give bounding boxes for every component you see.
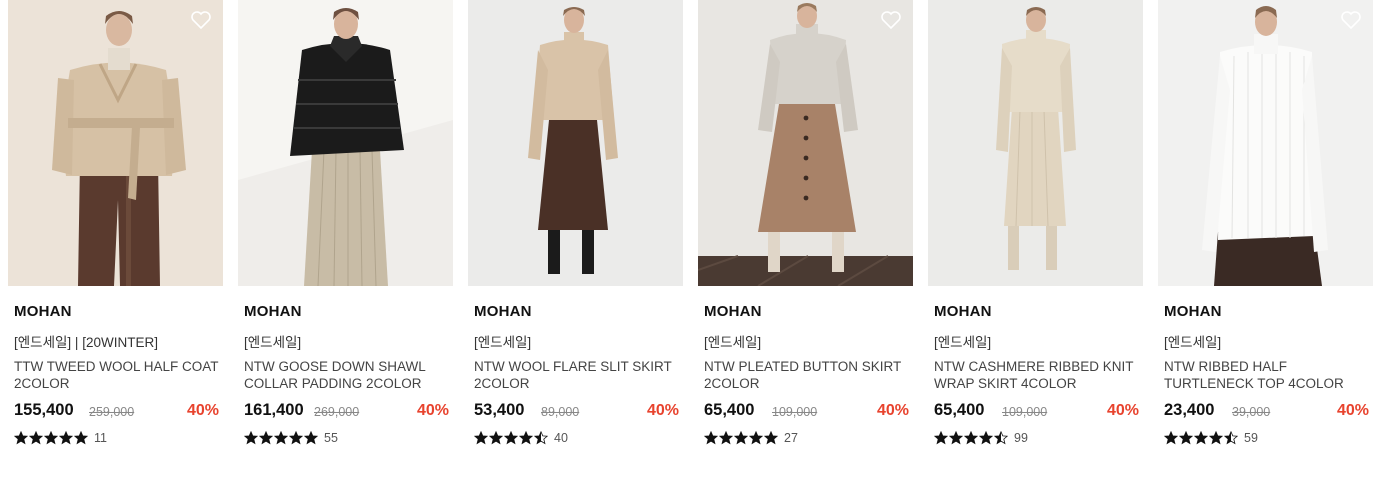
original-price: 259,000 — [89, 405, 135, 419]
product-image[interactable] — [698, 0, 913, 286]
rating-stars: 11 — [14, 431, 107, 445]
product-card[interactable]: MOHAN [엔드세일] | [20WINTER] TTW TWEED WOOL… — [8, 0, 223, 460]
product-tag: [엔드세일] — [704, 335, 762, 350]
discount-rate: 40% — [1336, 402, 1369, 419]
product-title[interactable]: NTW PLEATED BUTTON SKIRT 2COLOR — [704, 358, 909, 392]
review-count: 99 — [1014, 431, 1028, 445]
star-icon — [994, 431, 1008, 445]
heart-outline-icon[interactable] — [189, 8, 213, 32]
star-icon — [289, 431, 303, 445]
star-icon — [949, 431, 963, 445]
star-icon — [749, 431, 763, 445]
star-icon — [764, 431, 778, 445]
sale-price: 161,400 — [244, 401, 304, 419]
product-brand[interactable]: MOHAN — [934, 303, 992, 320]
discount-rate: 40% — [1106, 402, 1139, 419]
review-count: 59 — [1244, 431, 1258, 445]
star-icon — [74, 431, 88, 445]
original-price: 269,000 — [314, 405, 360, 419]
product-title[interactable]: NTW RIBBED HALF TURTLENECK TOP 4COLOR — [1164, 358, 1369, 392]
product-card[interactable]: MOHAN [엔드세일] NTW CASHMERE RIBBED KNIT WR… — [928, 0, 1143, 460]
rating-stars: 27 — [704, 431, 798, 445]
product-title[interactable]: TTW TWEED WOOL HALF COAT 2COLOR — [14, 358, 219, 392]
discount-rate: 40% — [646, 402, 679, 419]
star-icon — [519, 431, 533, 445]
star-icon — [704, 431, 718, 445]
sale-price: 23,400 — [1164, 401, 1215, 419]
product-tag: [엔드세일] — [934, 335, 992, 350]
original-price: 109,000 — [772, 405, 818, 419]
star-icon — [244, 431, 258, 445]
product-brand[interactable]: MOHAN — [1164, 303, 1222, 320]
product-tag: [엔드세일] — [244, 335, 302, 350]
star-icon — [304, 431, 318, 445]
product-card[interactable]: MOHAN [엔드세일] NTW WOOL FLARE SLIT SKIRT 2… — [468, 0, 683, 460]
star-icon — [734, 431, 748, 445]
sale-price: 65,400 — [704, 401, 755, 419]
star-icon — [934, 431, 948, 445]
product-brand[interactable]: MOHAN — [244, 303, 302, 320]
original-price: 109,000 — [1002, 405, 1048, 419]
star-icon — [1209, 431, 1223, 445]
sale-price: 155,400 — [14, 401, 74, 419]
rating-stars: 99 — [934, 431, 1028, 445]
star-icon — [719, 431, 733, 445]
rating-stars: 59 — [1164, 431, 1258, 445]
review-count: 55 — [324, 431, 338, 445]
discount-rate: 40% — [186, 402, 219, 419]
original-price: 39,000 — [1232, 405, 1271, 419]
product-tag: [엔드세일] | [20WINTER] — [14, 335, 158, 350]
product-brand[interactable]: MOHAN — [704, 303, 762, 320]
product-title[interactable]: NTW WOOL FLARE SLIT SKIRT 2COLOR — [474, 358, 679, 392]
review-count: 27 — [784, 431, 798, 445]
review-count: 11 — [94, 431, 107, 445]
product-title[interactable]: NTW GOOSE DOWN SHAWL COLLAR PADDING 2COL… — [244, 358, 449, 392]
product-image[interactable] — [238, 0, 453, 286]
heart-outline-icon[interactable] — [879, 8, 903, 32]
star-icon — [1194, 431, 1208, 445]
product-brand[interactable]: MOHAN — [474, 303, 532, 320]
star-icon — [1179, 431, 1193, 445]
review-count: 40 — [554, 431, 568, 445]
star-icon — [44, 431, 58, 445]
product-tag: [엔드세일] — [1164, 335, 1222, 350]
product-image[interactable] — [8, 0, 223, 286]
discount-rate: 40% — [416, 402, 449, 419]
sale-price: 65,400 — [934, 401, 985, 419]
star-icon — [534, 431, 548, 445]
product-brand[interactable]: MOHAN — [14, 303, 72, 320]
original-price: 89,000 — [541, 405, 580, 419]
star-icon — [489, 431, 503, 445]
star-icon — [274, 431, 288, 445]
star-icon — [14, 431, 28, 445]
heart-outline-icon[interactable] — [1339, 8, 1363, 32]
product-title[interactable]: NTW CASHMERE RIBBED KNIT WRAP SKIRT 4COL… — [934, 358, 1139, 392]
star-icon — [259, 431, 273, 445]
star-icon — [979, 431, 993, 445]
product-card[interactable]: MOHAN [엔드세일] NTW RIBBED HALF TURTLENECK … — [1158, 0, 1373, 460]
product-card[interactable]: MOHAN [엔드세일] NTW PLEATED BUTTON SKIRT 2C… — [698, 0, 913, 460]
rating-stars: 55 — [244, 431, 338, 445]
discount-rate: 40% — [876, 402, 909, 419]
product-card[interactable]: MOHAN [엔드세일] NTW GOOSE DOWN SHAWL COLLAR… — [238, 0, 453, 460]
star-icon — [1224, 431, 1238, 445]
product-image[interactable] — [468, 0, 683, 286]
product-image[interactable] — [1158, 0, 1373, 286]
rating-stars: 40 — [474, 431, 568, 445]
star-icon — [29, 431, 43, 445]
product-grid: MOHAN [엔드세일] | [20WINTER] TTW TWEED WOOL… — [0, 0, 1382, 482]
star-icon — [59, 431, 73, 445]
star-icon — [474, 431, 488, 445]
star-icon — [504, 431, 518, 445]
star-icon — [1164, 431, 1178, 445]
sale-price: 53,400 — [474, 401, 525, 419]
product-image[interactable] — [928, 0, 1143, 286]
product-tag: [엔드세일] — [474, 335, 532, 350]
star-icon — [964, 431, 978, 445]
